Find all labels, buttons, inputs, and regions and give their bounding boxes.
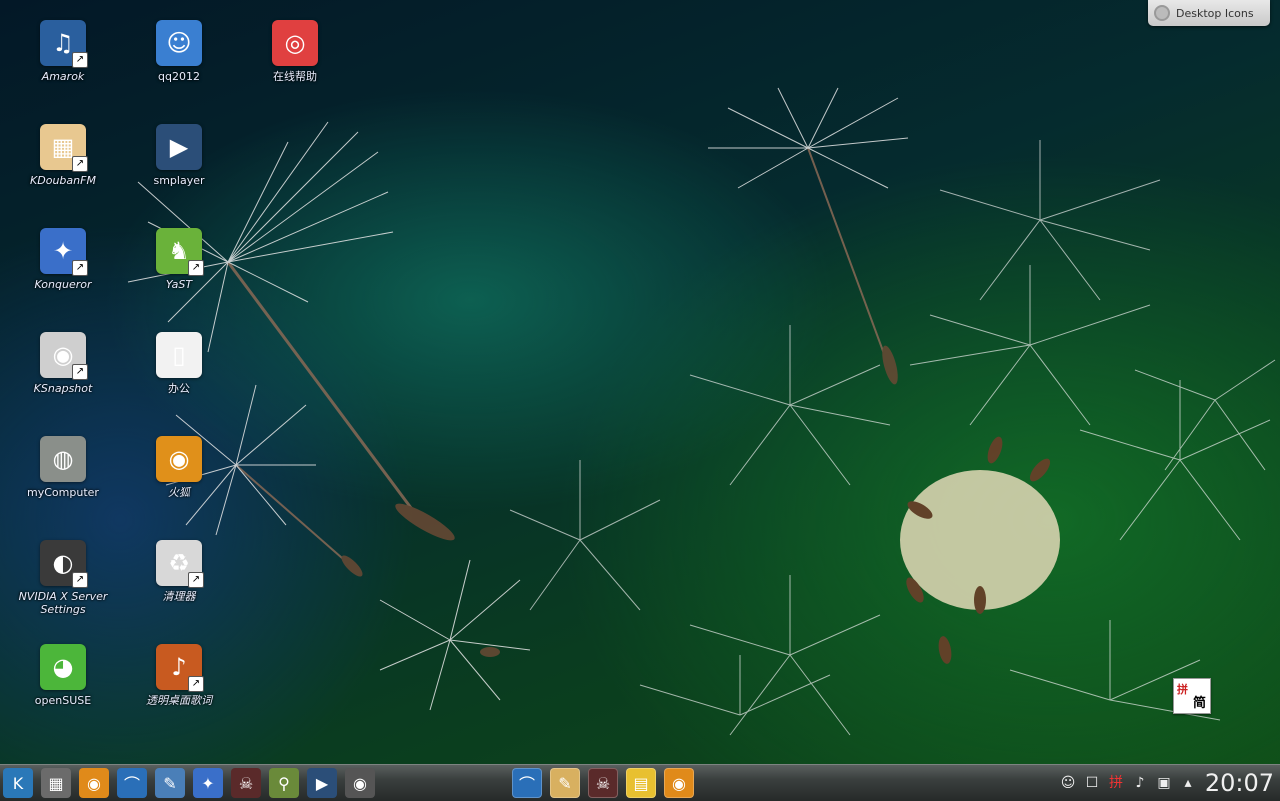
document-icon: ▯ <box>156 332 202 378</box>
desktop-icon[interactable]: ◎ 在线帮助 <box>245 20 345 83</box>
qq-icon: ☺ <box>156 20 202 66</box>
notes-task-icon[interactable]: ✎ <box>550 768 580 798</box>
icon-glyph: ◉ <box>168 445 190 473</box>
desktop-icon[interactable]: ♪ ↗ 透明桌面歌词 <box>129 644 229 707</box>
gear-icon <box>1154 5 1170 21</box>
ime-pinyin-label: 拼 <box>1177 683 1188 696</box>
input-method-tray-icon[interactable]: 拼 <box>1106 773 1126 793</box>
shortcut-arrow-icon: ↗ <box>72 260 88 276</box>
konqueror-icon: ✦ ↗ <box>40 228 88 276</box>
desktop-icon[interactable]: ♞ ↗ YaST <box>129 228 229 291</box>
desktop-icon[interactable]: ▶ smplayer <box>129 124 229 187</box>
trash-cleaner-icon: ♻ ↗ <box>156 540 204 588</box>
help-lifebuoy-icon: ◎ <box>272 20 318 66</box>
desktop-icon-label: Konqueror <box>34 278 92 291</box>
dictionary-tray-icon[interactable]: ☐ <box>1082 773 1102 793</box>
search-magnifier-icon[interactable]: ⚲ <box>269 768 299 798</box>
desktop-icon[interactable]: ◍ myComputer <box>13 436 113 499</box>
desktop-icon-label: 清理器 <box>162 590 196 603</box>
device-tray-icon[interactable]: ▣ <box>1154 773 1174 793</box>
firefox-eye-icon[interactable]: ◉ <box>79 768 109 798</box>
desktop-icon-label: KDoubanFM <box>30 174 96 187</box>
desktop-icon-label: Amarok <box>41 70 85 83</box>
desktop-icon-label: smplayer <box>153 174 205 187</box>
firefox-eye-icon: ◉ <box>156 436 202 482</box>
icon-glyph: ♻ <box>168 549 190 577</box>
desktop-icon[interactable]: ✦ ↗ Konqueror <box>13 228 113 291</box>
shortcut-arrow-icon: ↗ <box>188 572 204 588</box>
shortcut-arrow-icon: ↗ <box>72 156 88 172</box>
nvidia-icon: ◐ ↗ <box>40 540 88 588</box>
input-method-badge[interactable]: 拼 简 <box>1173 678 1211 714</box>
skull-task-icon[interactable]: ☠ <box>588 768 618 798</box>
desktop-icon-label: NVIDIA X Server Settings <box>18 590 108 616</box>
desktop-icon-label: openSUSE <box>34 694 92 707</box>
desktop-icon-label: YaST <box>165 278 193 291</box>
computer-icon: ◍ <box>40 436 86 482</box>
desktop-icon-label: 办公 <box>168 382 190 395</box>
taskbar: K ▦ ◉ ⌒ ✎ ✦ ☠ ⚲ ▶ ◉ ⌒ ✎ ☠ ▤ ◉ ☺ ☐ 拼 ♪ ▣ ▴ 20:07 <box>0 764 1280 801</box>
icon-glyph: ▦ <box>51 133 75 161</box>
desktop-icon[interactable]: ◉ 火狐 <box>129 436 229 499</box>
desktop-icons-widget-button[interactable]: Desktop Icons <box>1148 0 1270 26</box>
shortcut-arrow-icon: ↗ <box>72 572 88 588</box>
icon-glyph: ✦ <box>52 237 74 265</box>
desktop-icon-label: qq2012 <box>158 70 200 83</box>
kde-menu-icon[interactable]: K <box>3 768 33 798</box>
radio-icon: ▦ ↗ <box>40 124 88 172</box>
icon-glyph: ◎ <box>284 29 306 57</box>
desktop-icon-label: 在线帮助 <box>273 70 317 83</box>
shortcut-arrow-icon: ↗ <box>188 676 204 692</box>
video-icon[interactable]: ▶ <box>307 768 337 798</box>
desktop-icon[interactable]: ▯ 办公 <box>129 332 229 395</box>
desktop-icon[interactable]: ▦ ↗ KDoubanFM <box>13 124 113 187</box>
icon-glyph: ▶ <box>169 133 189 161</box>
desktop-icon[interactable]: ☺ qq2012 <box>129 20 229 83</box>
icon-glyph: ☺ <box>166 29 192 57</box>
expand-tray-icon[interactable]: ▴ <box>1178 773 1198 793</box>
shortcut-arrow-icon: ↗ <box>72 52 88 68</box>
icon-glyph: ♪ <box>171 653 187 681</box>
icon-glyph: ◉ <box>52 341 74 369</box>
desktop-icon[interactable]: ◉ ↗ KSnapshot <box>13 332 113 395</box>
amarok-icon: ♫ ↗ <box>40 20 88 68</box>
desktop-icon[interactable]: ♫ ↗ Amarok <box>13 20 113 83</box>
desktop-icon-label: 透明桌面歌词 <box>146 694 212 707</box>
camera-icon[interactable]: ◉ <box>345 768 375 798</box>
desktop-icons-label: Desktop Icons <box>1176 6 1254 20</box>
firefox-task-icon[interactable]: ◉ <box>664 768 694 798</box>
volume-tray-icon[interactable]: ♪ <box>1130 773 1150 793</box>
clock[interactable]: 20:07 <box>1205 769 1274 797</box>
icon-glyph: ◕ <box>52 653 74 681</box>
desktop-icon-label: myComputer <box>27 486 99 499</box>
smplayer-icon: ▶ <box>156 124 202 170</box>
tools-icon[interactable]: ✎ <box>155 768 185 798</box>
icon-glyph: ♞ <box>168 237 190 265</box>
desktop-icon-label: 火狐 <box>168 486 190 499</box>
camera-icon: ◉ ↗ <box>40 332 88 380</box>
lyrics-icon: ♪ ↗ <box>156 644 204 692</box>
skull-icon[interactable]: ☠ <box>231 768 261 798</box>
yast-icon: ♞ ↗ <box>156 228 204 276</box>
opensuse-icon: ◕ <box>40 644 86 690</box>
desktop-icon[interactable]: ◕ openSUSE <box>13 644 113 707</box>
shortcut-arrow-icon: ↗ <box>72 364 88 380</box>
sticky-note-task-icon[interactable]: ▤ <box>626 768 656 798</box>
system-settings-icon[interactable]: ▦ <box>41 768 71 798</box>
icon-glyph: ◐ <box>52 549 74 577</box>
dolphin-icon[interactable]: ⌒ <box>117 768 147 798</box>
desktop-icon[interactable]: ♻ ↗ 清理器 <box>129 540 229 603</box>
desktop-icon-label: KSnapshot <box>33 382 93 395</box>
icon-glyph: ◍ <box>52 445 74 473</box>
icon-glyph: ▯ <box>172 341 186 369</box>
desktop-icon[interactable]: ◐ ↗ NVIDIA X Server Settings <box>13 540 113 616</box>
konqueror-icon[interactable]: ✦ <box>193 768 223 798</box>
qq-tray-icon[interactable]: ☺ <box>1058 773 1078 793</box>
ime-simplified-label: 简 <box>1192 696 1206 711</box>
shortcut-arrow-icon: ↗ <box>188 260 204 276</box>
dolphin-task-icon[interactable]: ⌒ <box>512 768 542 798</box>
icon-glyph: ♫ <box>52 29 74 57</box>
